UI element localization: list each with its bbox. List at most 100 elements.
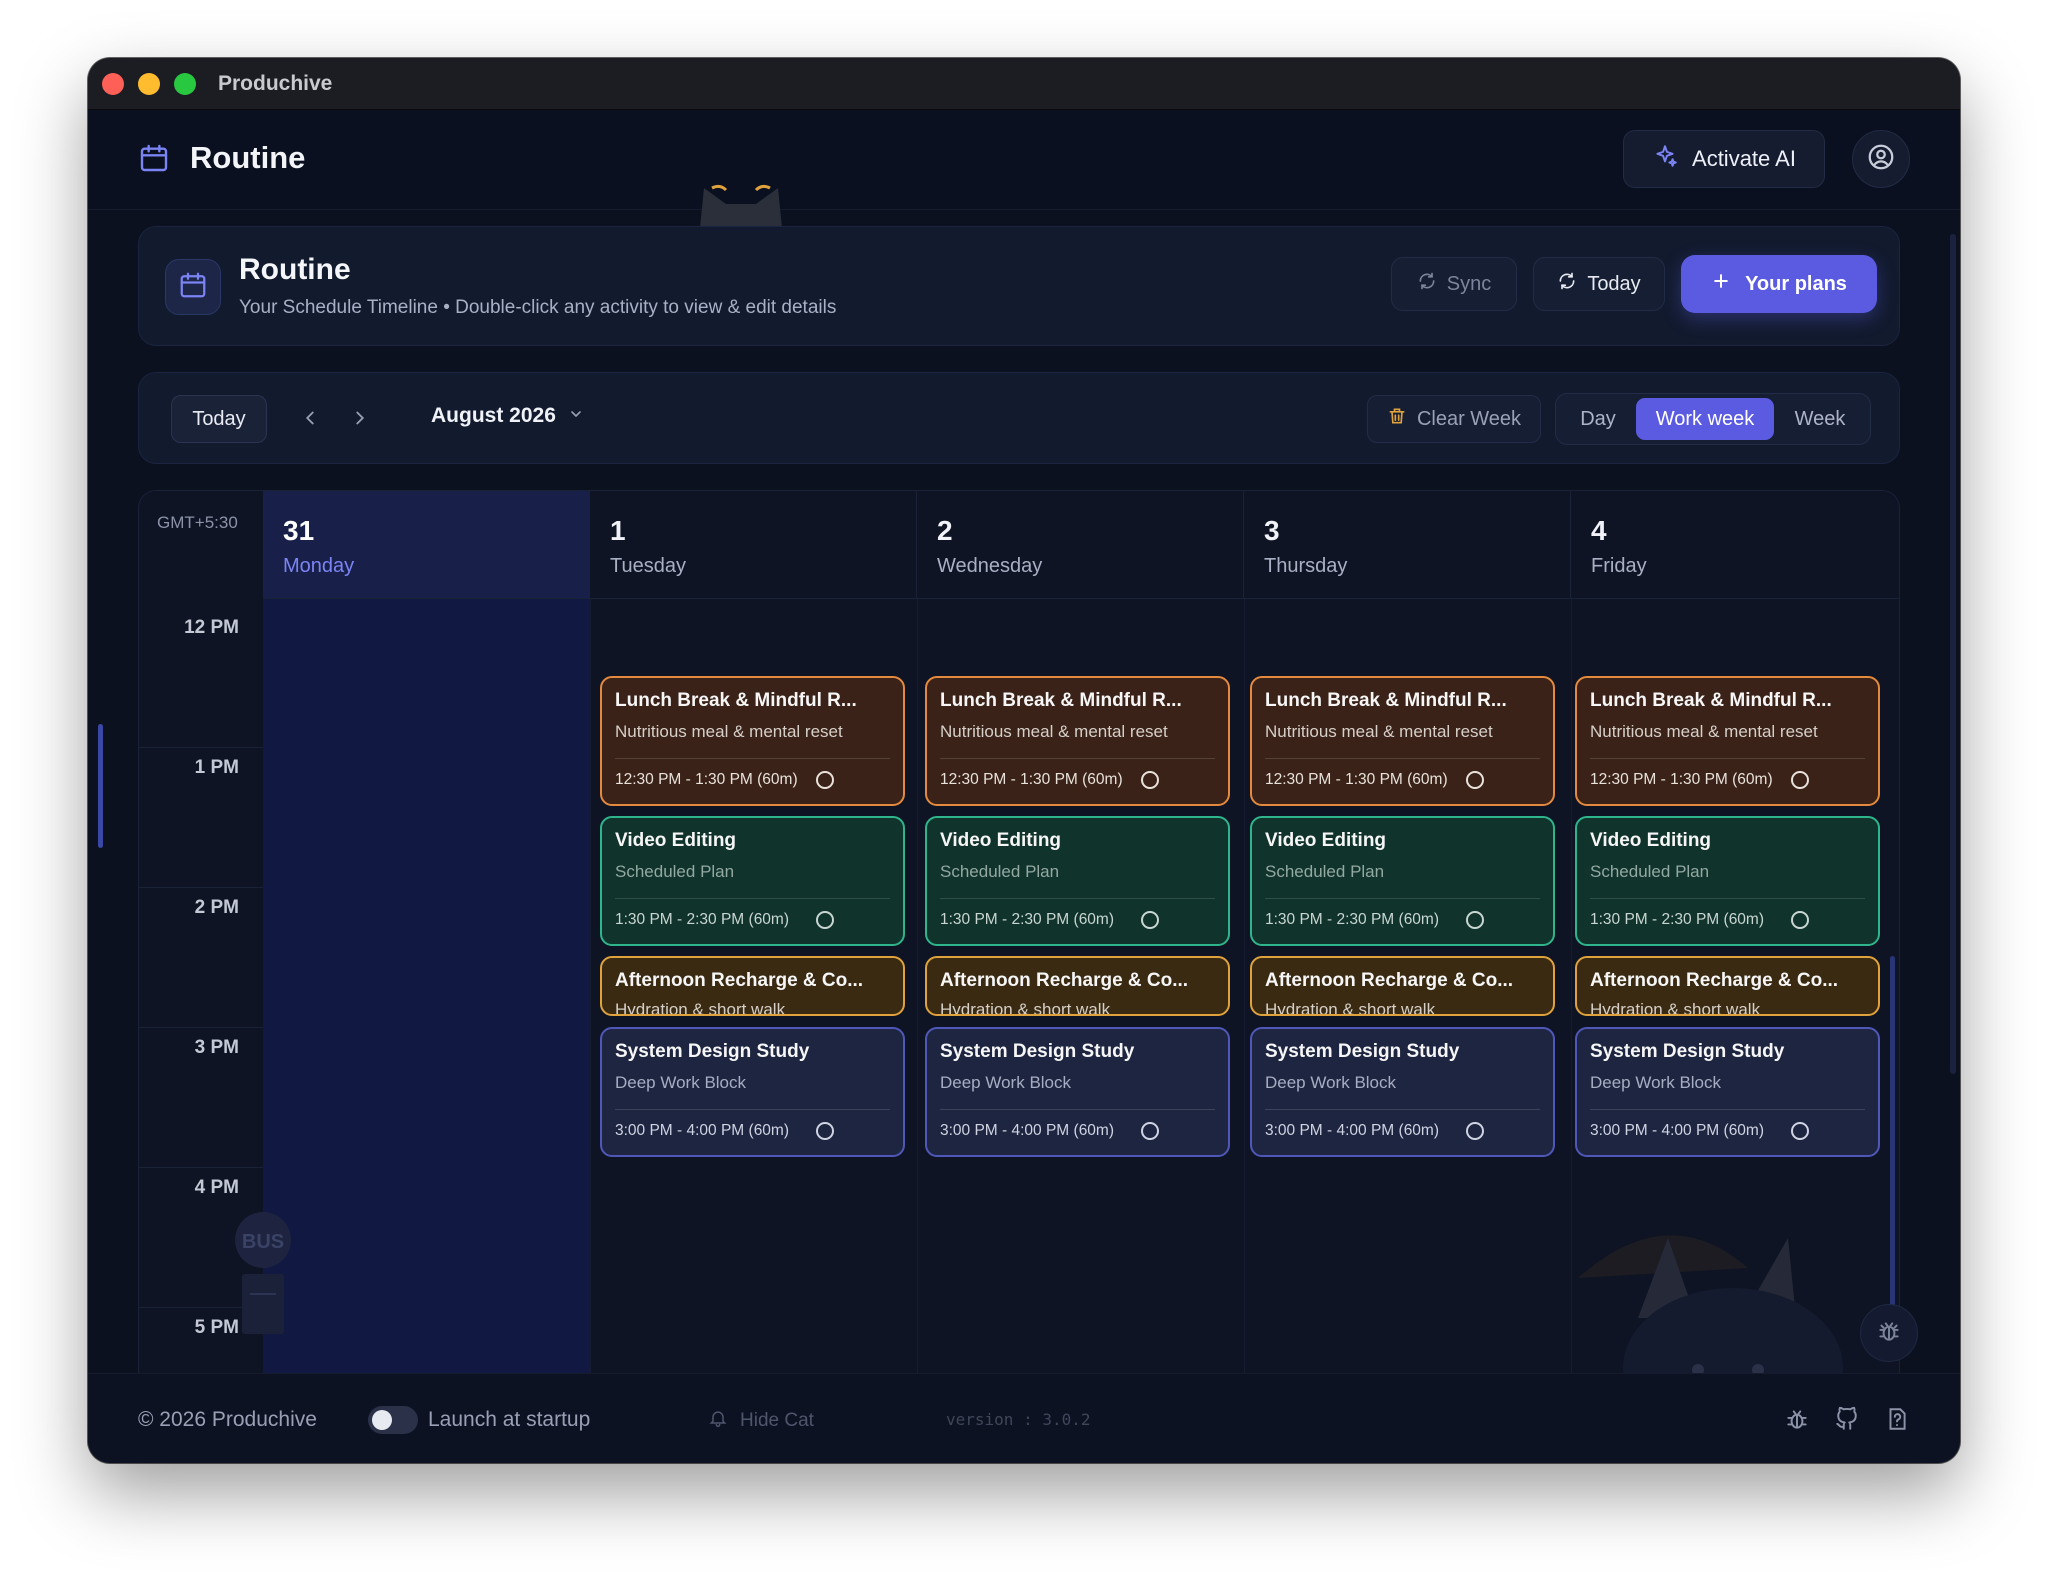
- your-plans-button[interactable]: Your plans: [1681, 255, 1877, 313]
- bug-icon[interactable]: [1784, 1406, 1810, 1437]
- complete-checkbox[interactable]: [816, 1122, 834, 1140]
- day-number: 31: [283, 515, 315, 546]
- hide-cat-label: Hide Cat: [740, 1410, 814, 1431]
- event-subtitle: Nutritious meal & mental reset: [1590, 722, 1818, 741]
- activate-ai-button[interactable]: Activate AI: [1623, 130, 1825, 188]
- event-divider: [1265, 1109, 1540, 1110]
- hour-divider: [139, 887, 263, 888]
- event-divider: [940, 758, 1215, 759]
- complete-checkbox[interactable]: [816, 771, 834, 789]
- activate-ai-label: Activate AI: [1692, 146, 1796, 171]
- event-lunch-break[interactable]: Lunch Break & Mindful R... Nutritious me…: [1575, 676, 1880, 806]
- event-system-design-study[interactable]: System Design Study Deep Work Block 3:00…: [600, 1027, 905, 1157]
- view-week-option[interactable]: Week: [1774, 398, 1866, 440]
- event-title: Lunch Break & Mindful R...: [1265, 690, 1507, 711]
- day-header-tuesday[interactable]: 1 Tuesday: [590, 491, 917, 599]
- event-video-editing[interactable]: Video Editing Scheduled Plan 1:30 PM - 2…: [600, 816, 905, 946]
- minimize-window-button[interactable]: [138, 73, 160, 95]
- time-label: 12 PM: [184, 617, 239, 638]
- sync-button[interactable]: Sync: [1391, 257, 1517, 311]
- bell-icon: [708, 1408, 728, 1434]
- event-divider: [940, 1109, 1215, 1110]
- main-scrollbar[interactable]: [1950, 234, 1956, 1074]
- event-subtitle: Deep Work Block: [615, 1073, 747, 1092]
- event-lunch-break[interactable]: Lunch Break & Mindful R... Nutritious me…: [600, 676, 905, 806]
- complete-checkbox[interactable]: [1141, 1122, 1159, 1140]
- day-header-thursday[interactable]: 3 Thursday: [1244, 491, 1571, 599]
- column-divider: [1244, 599, 1245, 1429]
- left-scrollbar[interactable]: [98, 724, 103, 848]
- view-day-option[interactable]: Day: [1560, 398, 1636, 440]
- today-column[interactable]: [263, 599, 590, 1429]
- version-label: version : 3.0.2: [946, 1410, 1091, 1429]
- event-afternoon-recharge[interactable]: Afternoon Recharge & Co... Hydration & s…: [1575, 956, 1880, 1016]
- event-title: System Design Study: [615, 1041, 810, 1062]
- calendar-scrollbar[interactable]: [1890, 956, 1895, 1328]
- day-name: Thursday: [1264, 555, 1348, 577]
- event-video-editing[interactable]: Video Editing Scheduled Plan 1:30 PM - 2…: [1250, 816, 1555, 946]
- complete-checkbox[interactable]: [1791, 1122, 1809, 1140]
- close-window-button[interactable]: [102, 73, 124, 95]
- event-title: Lunch Break & Mindful R...: [940, 690, 1182, 711]
- day-header-wednesday[interactable]: 2 Wednesday: [917, 491, 1244, 599]
- clear-week-button[interactable]: Clear Week: [1367, 395, 1541, 443]
- event-time: 1:30 PM - 2:30 PM (60m): [1590, 911, 1765, 928]
- event-subtitle: Scheduled Plan: [940, 862, 1060, 881]
- calendar-toolbar: Today August 2026 Clear Week Day Work we…: [138, 372, 1900, 464]
- complete-checkbox[interactable]: [1466, 911, 1484, 929]
- go-today-button[interactable]: Today: [171, 395, 267, 443]
- event-afternoon-recharge[interactable]: Afternoon Recharge & Co... Hydration & s…: [1250, 956, 1555, 1016]
- help-icon[interactable]: [1884, 1406, 1910, 1437]
- view-toggle: Day Work week Week: [1555, 393, 1871, 445]
- trash-icon: [1387, 406, 1407, 432]
- event-lunch-break[interactable]: Lunch Break & Mindful R... Nutritious me…: [1250, 676, 1555, 806]
- month-selector[interactable]: August 2026: [431, 404, 584, 428]
- maximize-window-button[interactable]: [174, 73, 196, 95]
- complete-checkbox[interactable]: [1791, 771, 1809, 789]
- event-title: System Design Study: [940, 1041, 1135, 1062]
- refresh-icon: [1557, 271, 1577, 297]
- report-bug-floating-button[interactable]: [1860, 1304, 1918, 1362]
- complete-checkbox[interactable]: [816, 911, 834, 929]
- routine-icon-box: [165, 259, 221, 315]
- event-system-design-study[interactable]: System Design Study Deep Work Block 3:00…: [1250, 1027, 1555, 1157]
- event-system-design-study[interactable]: System Design Study Deep Work Block 3:00…: [925, 1027, 1230, 1157]
- complete-checkbox[interactable]: [1466, 771, 1484, 789]
- your-plans-label: Your plans: [1745, 272, 1847, 295]
- event-video-editing[interactable]: Video Editing Scheduled Plan 1:30 PM - 2…: [1575, 816, 1880, 946]
- event-subtitle: Hydration & short walk: [1590, 1000, 1761, 1016]
- event-title: Afternoon Recharge & Co...: [1590, 970, 1839, 991]
- event-system-design-study[interactable]: System Design Study Deep Work Block 3:00…: [1575, 1027, 1880, 1157]
- bus-stop-decoration: BUS: [228, 1210, 298, 1345]
- launch-at-startup-toggle[interactable]: [368, 1406, 418, 1434]
- event-subtitle: Nutritious meal & mental reset: [940, 722, 1168, 741]
- event-afternoon-recharge[interactable]: Afternoon Recharge & Co... Hydration & s…: [925, 956, 1230, 1016]
- event-lunch-break[interactable]: Lunch Break & Mindful R... Nutritious me…: [925, 676, 1230, 806]
- event-time: 12:30 PM - 1:30 PM (60m): [1265, 771, 1448, 788]
- column-divider: [917, 599, 918, 1429]
- sync-label: Sync: [1446, 272, 1492, 295]
- chevron-right-icon[interactable]: [349, 407, 371, 434]
- complete-checkbox[interactable]: [1791, 911, 1809, 929]
- event-video-editing[interactable]: Video Editing Scheduled Plan 1:30 PM - 2…: [925, 816, 1230, 946]
- day-header-monday[interactable]: 31 Monday: [263, 491, 590, 599]
- github-icon[interactable]: [1834, 1406, 1860, 1437]
- complete-checkbox[interactable]: [1466, 1122, 1484, 1140]
- profile-button[interactable]: [1852, 130, 1910, 188]
- hide-cat-button[interactable]: Hide Cat: [708, 1408, 814, 1434]
- event-time: 12:30 PM - 1:30 PM (60m): [615, 771, 798, 788]
- complete-checkbox[interactable]: [1141, 771, 1159, 789]
- event-divider: [615, 1109, 890, 1110]
- calendar-icon: [138, 142, 170, 179]
- view-work-week-option[interactable]: Work week: [1636, 398, 1774, 440]
- app-window: Produchive Routine Activate AI Routine Y…: [88, 58, 1960, 1463]
- time-label: 1 PM: [194, 757, 239, 778]
- event-title: System Design Study: [1590, 1041, 1785, 1062]
- event-time: 12:30 PM - 1:30 PM (60m): [1590, 771, 1773, 788]
- chevron-left-icon[interactable]: [299, 407, 321, 434]
- today-refresh-button[interactable]: Today: [1533, 257, 1665, 311]
- day-header-friday[interactable]: 4 Friday: [1571, 491, 1899, 599]
- complete-checkbox[interactable]: [1141, 911, 1159, 929]
- day-name: Monday: [283, 555, 355, 577]
- event-afternoon-recharge[interactable]: Afternoon Recharge & Co... Hydration & s…: [600, 956, 905, 1016]
